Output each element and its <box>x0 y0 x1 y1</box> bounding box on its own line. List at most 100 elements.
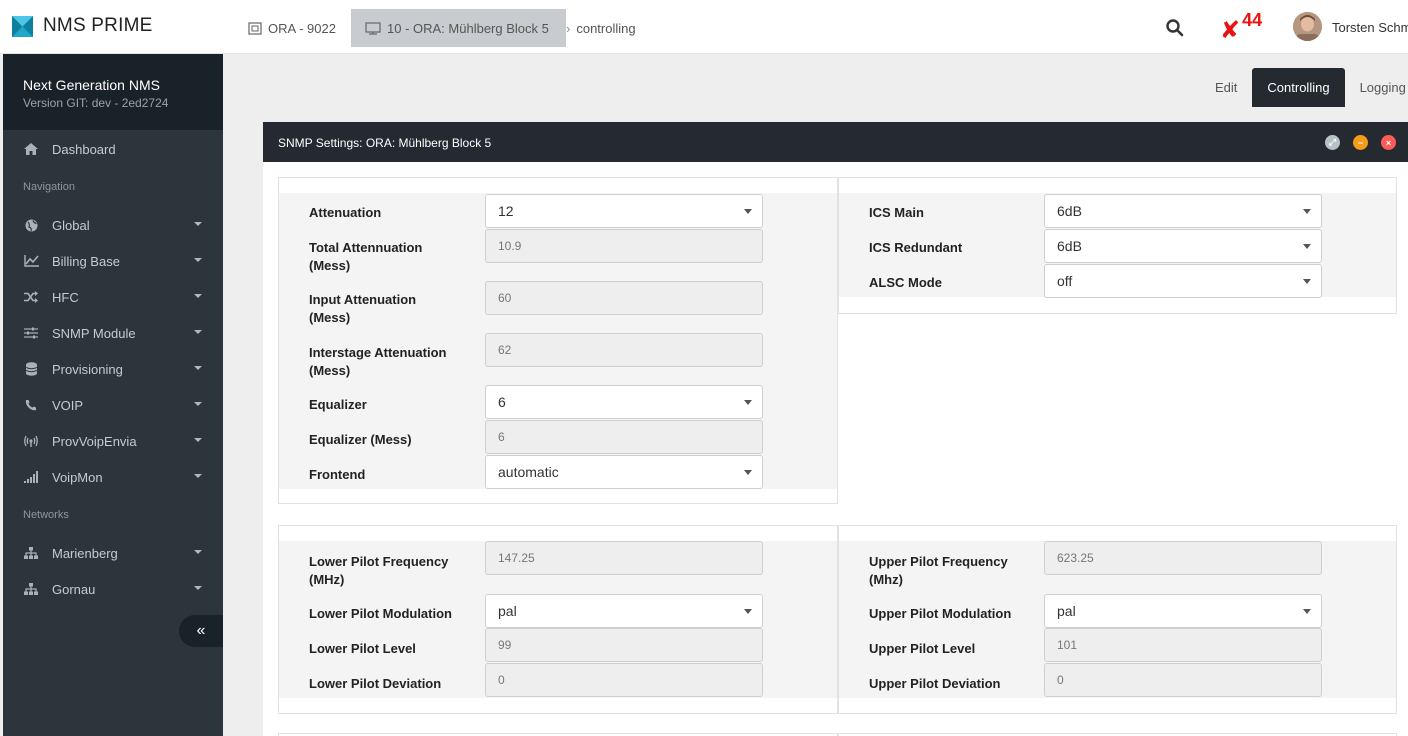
equalizer-mess-field[interactable]: 6 <box>485 420 763 454</box>
label-line: Lower Pilot Frequency <box>309 554 449 569</box>
caret-down-icon <box>194 474 202 478</box>
upper-pilot-deviation-label: Upper Pilot Deviation <box>869 676 1001 691</box>
sidebar-item-provvoipenvia[interactable]: ProvVoipEnvia <box>3 423 223 459</box>
upper-pilot-level-label: Upper Pilot Level <box>869 641 976 656</box>
upper-pilot-level-field[interactable]: 101 <box>1044 628 1322 662</box>
broadcast-icon <box>23 433 39 449</box>
frontend-select[interactable]: automatic <box>485 455 763 489</box>
tab-controlling[interactable]: Controlling <box>1252 68 1345 107</box>
breadcrumb-controlling[interactable]: › controlling <box>566 9 650 47</box>
avatar[interactable] <box>1293 12 1322 41</box>
lower-pilot-deviation-field[interactable]: 0 <box>485 663 763 697</box>
ics-main-select[interactable]: 6dB <box>1044 194 1322 228</box>
label-line: (Mess) <box>309 363 351 378</box>
lower-pilot-modulation-label: Lower Pilot Modulation <box>309 606 452 621</box>
breadcrumb-ora[interactable]: ORA - 9022 <box>248 9 350 47</box>
lower-pilot-frequency-label: Lower Pilot Frequency (MHz) <box>309 553 448 589</box>
caret-down-icon <box>194 550 202 554</box>
caret-down-icon <box>194 586 202 590</box>
brand[interactable]: NMS PRIME <box>12 15 152 37</box>
chart-line-icon <box>23 253 39 269</box>
globe-icon <box>23 217 39 233</box>
sidebar-item-hfc[interactable]: HFC <box>3 279 223 315</box>
lower-pilot-group: Lower Pilot Frequency (MHz) 147.25 Lower… <box>278 525 838 714</box>
alert-count: 44 <box>1242 10 1263 30</box>
equalizer-mess-label: Equalizer (Mess) <box>309 432 412 447</box>
sidebar-item-gornau[interactable]: Gornau <box>3 571 223 607</box>
input-attenuation-field[interactable]: 60 <box>485 281 763 315</box>
sidebar-item-label: HFC <box>52 289 79 305</box>
ics-main-label: ICS Main <box>869 205 924 220</box>
sidebar-item-global[interactable]: Global <box>3 207 223 243</box>
minimize-icon[interactable]: − <box>1353 135 1368 150</box>
label-line: (Mess) <box>309 258 351 273</box>
label-line: Total Attennuation <box>309 240 423 255</box>
chevron-right-icon: › <box>566 20 571 36</box>
sidebar: Next Generation NMS Version GIT: dev - 2… <box>3 54 223 736</box>
upper-pilot-group: Upper Pilot Frequency (Mhz) 623.25 Upper… <box>838 525 1397 714</box>
panel-body: Attenuation 12 Total Attennuation (Mess)… <box>263 162 1408 736</box>
upper-pilot-deviation-field[interactable]: 0 <box>1044 663 1322 697</box>
expand-icon[interactable]: ⤢ <box>1325 135 1340 150</box>
sidebar-item-label: Global <box>52 217 90 233</box>
label-line: (Mess) <box>309 310 351 325</box>
lower-pilot-modulation-select[interactable]: pal <box>485 594 763 628</box>
lower-pilot-level-label: Lower Pilot Level <box>309 641 416 656</box>
sitemap-icon <box>23 581 39 597</box>
upper-pilot-frequency-field[interactable]: 623.25 <box>1044 541 1322 575</box>
navigation-heading: Navigation <box>23 181 75 193</box>
user-name[interactable]: Torsten Schm <box>1332 20 1408 35</box>
caret-down-icon <box>194 258 202 262</box>
search-icon[interactable] <box>1165 18 1185 38</box>
interstage-attenuation-label: Interstage Attenuation (Mess) <box>309 344 446 380</box>
nms-logo-icon <box>12 15 33 37</box>
sidebar-item-dashboard[interactable]: Dashboard <box>3 131 223 167</box>
alsc-mode-label: ALSC Mode <box>869 275 942 290</box>
sidebar-item-provisioning[interactable]: Provisioning <box>3 351 223 387</box>
input-attenuation-label: Input Attenuation (Mess) <box>309 291 416 327</box>
ics-redundant-select[interactable]: 6dB <box>1044 229 1322 263</box>
sidebar-item-billing-base[interactable]: Billing Base <box>3 243 223 279</box>
interstage-attenuation-field[interactable]: 62 <box>485 333 763 367</box>
sidebar-collapse-button[interactable]: « <box>179 615 223 647</box>
sitemap-icon <box>23 545 39 561</box>
network-element-icon <box>365 21 381 35</box>
shuffle-icon <box>23 289 39 305</box>
attenuation-label: Attenuation <box>309 205 382 220</box>
lower-pilot-level-field[interactable]: 99 <box>485 628 763 662</box>
sidebar-item-label: Dashboard <box>52 141 116 157</box>
sidebar-item-label: VOIP <box>52 397 84 413</box>
ics-group: ICS Main 6dB ICS Redundant 6dB ALSC Mode… <box>838 177 1397 314</box>
attenuation-select[interactable]: 12 <box>485 194 763 228</box>
sidebar-item-label: Provisioning <box>52 361 123 377</box>
close-icon[interactable]: × <box>1381 135 1396 150</box>
sidebar-item-voip[interactable]: VOIP <box>3 387 223 423</box>
breadcrumb-netelement[interactable]: 10 - ORA: Mühlberg Block 5 <box>351 9 566 47</box>
alert-indicator[interactable]: ✘ 44 <box>1220 10 1262 46</box>
sidebar-item-label: Billing Base <box>52 253 120 269</box>
panel-title: SNMP Settings: ORA: Mühlberg Block 5 <box>278 136 492 150</box>
phone-icon <box>23 397 39 413</box>
caret-down-icon <box>194 294 202 298</box>
sidebar-item-marienberg[interactable]: Marienberg <box>3 535 223 571</box>
sidebar-item-label: ProvVoipEnvia <box>52 433 137 449</box>
frontend-label: Frontend <box>309 467 366 482</box>
total-attenuation-field[interactable]: 10.9 <box>485 229 763 263</box>
label-line: Interstage Attenuation <box>309 345 447 360</box>
user-photo-icon <box>1293 12 1322 41</box>
tab-logging[interactable]: Logging <box>1345 68 1408 107</box>
sidebar-item-label: SNMP Module <box>52 325 136 341</box>
equalizer-label: Equalizer <box>309 397 367 412</box>
upper-pilot-modulation-select[interactable]: pal <box>1044 594 1322 628</box>
alsc-mode-select[interactable]: off <box>1044 264 1322 298</box>
attenuation-group: Attenuation 12 Total Attennuation (Mess)… <box>278 177 838 504</box>
caret-down-icon <box>194 366 202 370</box>
lower-pilot-frequency-field[interactable]: 147.25 <box>485 541 763 575</box>
sidebar-item-label: Gornau <box>52 581 96 597</box>
tab-edit[interactable]: Edit <box>1200 68 1252 107</box>
caret-down-icon <box>194 438 202 442</box>
breadcrumb-label: 10 - ORA: Mühlberg Block 5 <box>387 20 549 36</box>
sidebar-item-voipmon[interactable]: VoipMon <box>3 459 223 495</box>
equalizer-select[interactable]: 6 <box>485 385 763 419</box>
sidebar-item-snmp-module[interactable]: SNMP Module <box>3 315 223 351</box>
